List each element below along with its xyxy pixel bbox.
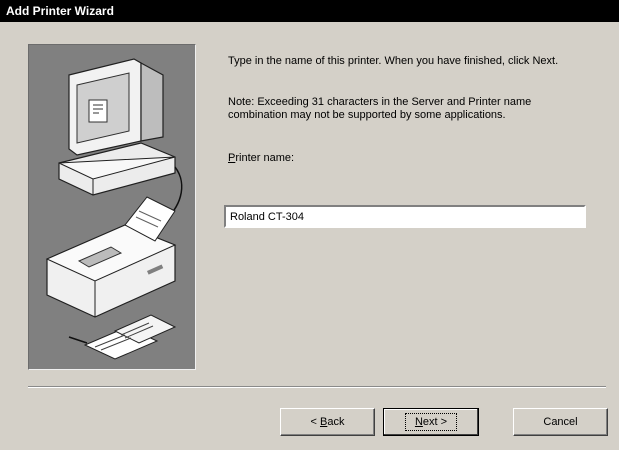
instruction-text: Type in the name of this printer. When y… xyxy=(228,55,559,67)
printer-name-input[interactable] xyxy=(224,205,586,228)
cancel-button[interactable]: Cancel xyxy=(513,408,608,436)
printer-name-label-rest: rinter name: xyxy=(235,152,295,164)
window-title: Add Printer Wizard xyxy=(6,4,114,18)
next-button-rest: ext > xyxy=(422,416,448,428)
next-button-focus: Next > xyxy=(404,413,458,431)
note-text: Note: Exceeding 31 characters in the Ser… xyxy=(228,96,532,121)
back-button-prefix: < xyxy=(310,416,320,428)
back-button[interactable]: < Back xyxy=(280,408,375,436)
printer-computer-illustration xyxy=(28,44,196,370)
next-button-mnemonic: N xyxy=(414,416,423,428)
printer-icon xyxy=(45,196,177,318)
printed-pages-icon xyxy=(68,314,177,360)
button-separator xyxy=(28,386,606,388)
printer-name-label: Printer name: xyxy=(228,152,294,164)
next-button[interactable]: Next > xyxy=(383,408,479,436)
add-printer-wizard-dialog: Add Printer Wizard Type in the name of t… xyxy=(0,0,619,450)
back-button-rest: ack xyxy=(327,416,345,428)
monitor-icon xyxy=(58,58,176,196)
title-bar[interactable]: Add Printer Wizard xyxy=(0,0,619,22)
